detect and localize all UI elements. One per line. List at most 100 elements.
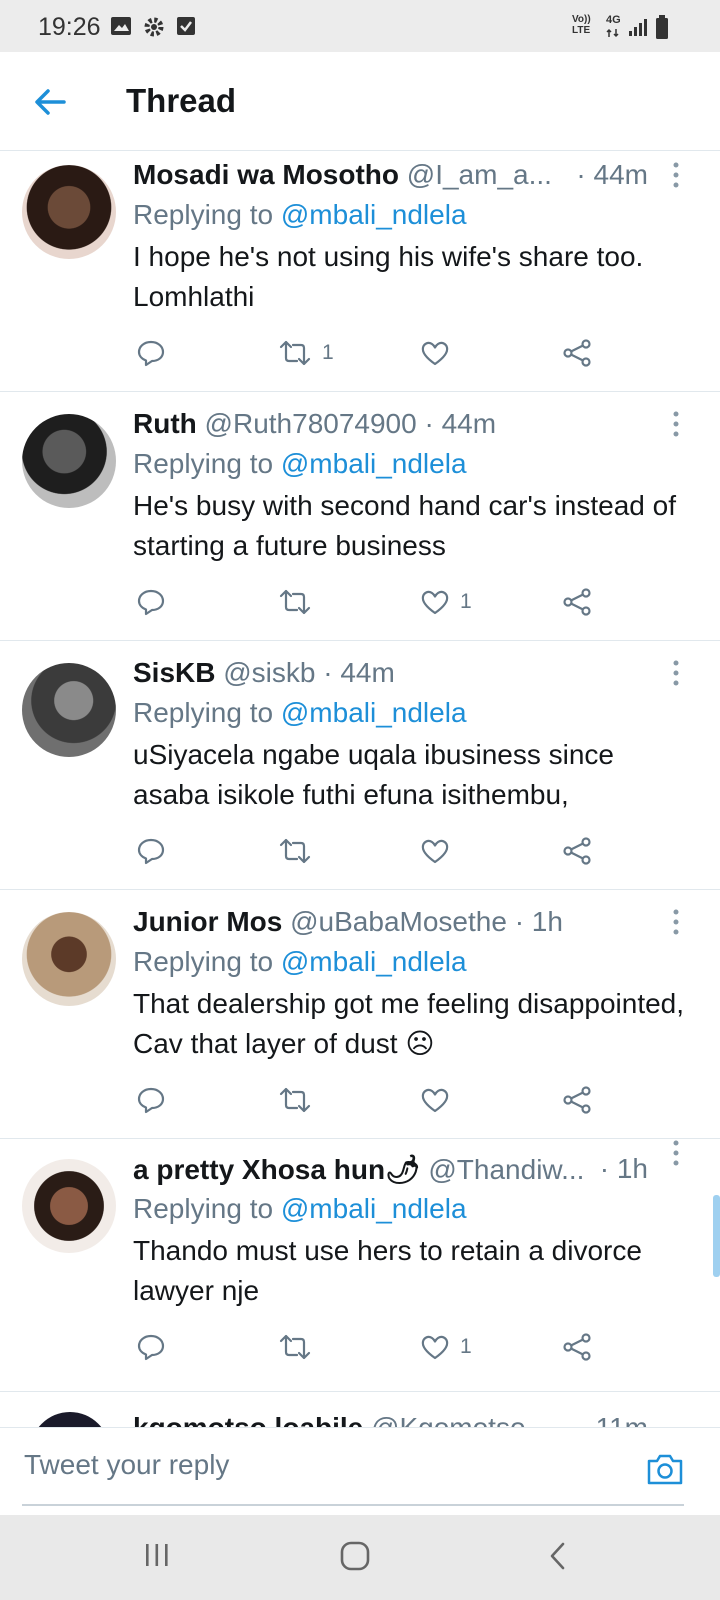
like-button[interactable] (420, 333, 460, 373)
share-button[interactable] (562, 1327, 592, 1367)
reply-button[interactable] (136, 1080, 166, 1120)
retweet-icon (279, 838, 311, 864)
share-button[interactable] (562, 831, 592, 871)
replying-prefix: Replying to (133, 697, 274, 728)
battery-icon (656, 15, 668, 39)
retweet-icon (279, 589, 311, 615)
tweet-text: I hope he's not using his wife's share t… (133, 241, 644, 312)
more-options-icon[interactable] (668, 410, 684, 438)
replying-to-link[interactable]: @mbali_ndlela (281, 199, 467, 230)
author-handle: @siskb (223, 657, 316, 688)
reply-icon (137, 340, 165, 367)
more-options-icon[interactable] (668, 1139, 684, 1167)
share-button[interactable] (562, 1080, 592, 1120)
reply-underline (22, 1504, 684, 1506)
tweet-time: · 1h (595, 1153, 648, 1185)
avatar[interactable] (22, 912, 116, 1006)
retweet-button[interactable] (278, 582, 322, 622)
avatar[interactable] (22, 165, 116, 259)
author-name: Mosadi wa Mosotho (133, 159, 399, 190)
retweet-icon (279, 1087, 311, 1113)
replying-to-link[interactable]: @mbali_ndlela (281, 946, 467, 977)
reply-button[interactable] (136, 1327, 166, 1367)
replying-to: Replying to @mbali_ndlela (133, 199, 467, 231)
author-handle: @uBabaMosethe (290, 906, 507, 937)
tweet-author[interactable]: kgomotso loabile @Kgomotso... (133, 1412, 549, 1427)
reply-button[interactable] (136, 333, 166, 373)
heart-icon (421, 1088, 449, 1113)
reply-input[interactable] (22, 1448, 626, 1482)
reply-icon (137, 1334, 165, 1361)
network-4g-icon: 4G (606, 14, 621, 26)
tweet[interactable]: SisKB @siskb · 44m Replying to @mbali_nd… (0, 641, 720, 890)
replying-prefix: Replying to (133, 1193, 274, 1224)
tweet-time: · 1h (514, 906, 563, 937)
home-icon[interactable] (340, 1541, 370, 1571)
like-button[interactable]: 1 (420, 582, 472, 622)
scrollbar-thumb[interactable] (713, 1195, 720, 1277)
share-icon (563, 1086, 591, 1114)
replying-prefix: Replying to (133, 448, 274, 479)
avatar[interactable] (22, 1159, 116, 1253)
replying-to-link[interactable]: @mbali_ndlela (281, 1193, 467, 1224)
like-button[interactable] (420, 831, 460, 871)
tweet[interactable]: Mosadi wa Mosotho @I_am_a... · 44m Reply… (0, 151, 720, 392)
retweet-button[interactable] (278, 1327, 322, 1367)
share-icon (563, 1333, 591, 1361)
more-options-icon[interactable] (668, 161, 684, 189)
camera-icon[interactable] (646, 1452, 684, 1486)
replying-to-link[interactable]: @mbali_ndlela (281, 448, 467, 479)
author-handle: @I_am_a... (406, 159, 552, 190)
tweet-time: · 44m (572, 159, 648, 191)
replying-to-link[interactable]: @mbali_ndlela (281, 697, 467, 728)
checkbox-icon (177, 17, 195, 35)
tweet-author[interactable]: Junior Mos @uBabaMosethe · 1h (133, 906, 660, 938)
reply-icon (137, 1087, 165, 1114)
tweet-actions: 1 (0, 1327, 720, 1367)
share-icon (563, 339, 591, 367)
retweet-button[interactable] (278, 831, 322, 871)
more-options-icon[interactable] (668, 908, 684, 936)
retweet-button[interactable]: 1 (278, 333, 334, 373)
replying-prefix: Replying to (133, 199, 274, 230)
retweet-icon (279, 1334, 311, 1360)
heart-icon (421, 839, 449, 864)
transfer-arrows-icon (606, 28, 619, 38)
avatar[interactable] (22, 663, 116, 757)
tweet-text: He's busy with second hand car's instead… (133, 490, 676, 561)
recent-apps-icon[interactable] (143, 1541, 171, 1569)
share-button[interactable] (562, 582, 592, 622)
author-name: Junior Mos (133, 906, 283, 937)
avatar[interactable] (22, 414, 116, 508)
tweet-author[interactable]: SisKB @siskb · 44m (133, 657, 660, 689)
retweet-button[interactable] (278, 1080, 322, 1120)
heart-icon (421, 590, 449, 615)
reply-icon (137, 589, 165, 616)
tweet[interactable]: a pretty Xhosa hun🌶 @Thandiw... · 1h Rep… (0, 1139, 720, 1392)
like-button[interactable]: 1 (420, 1327, 472, 1367)
back-icon[interactable] (548, 1541, 568, 1571)
replying-prefix: Replying to (133, 946, 274, 977)
back-arrow-icon[interactable] (30, 82, 70, 122)
tweet[interactable]: Ruth @Ruth78074900 · 44m Replying to @mb… (0, 392, 720, 641)
tweet-actions (0, 1080, 720, 1120)
tweet-author[interactable]: Ruth @Ruth78074900 · 44m (133, 408, 660, 440)
tweet-time: · 44m (424, 408, 497, 439)
page-title: Thread (126, 82, 237, 119)
tweet-partial[interactable]: kgomotso loabile @Kgomotso... · 11m (0, 1392, 720, 1427)
author-handle: @Thandiw... (428, 1154, 585, 1185)
share-icon (563, 837, 591, 865)
reply-composer (0, 1427, 720, 1516)
avatar[interactable] (30, 1412, 110, 1427)
tweet-author[interactable]: a pretty Xhosa hun🌶 @Thandiw... (133, 1153, 660, 1186)
share-button[interactable] (562, 333, 592, 373)
reply-button[interactable] (136, 831, 166, 871)
more-options-icon[interactable] (668, 659, 684, 687)
signal-icon (629, 19, 647, 36)
status-bar: 19:26 Vo)) LTE 4G (0, 0, 720, 52)
retweet-count: 1 (322, 341, 334, 364)
author-name: Ruth (133, 408, 197, 439)
like-button[interactable] (420, 1080, 460, 1120)
reply-button[interactable] (136, 582, 166, 622)
tweet[interactable]: Junior Mos @uBabaMosethe · 1h Replying t… (0, 890, 720, 1139)
